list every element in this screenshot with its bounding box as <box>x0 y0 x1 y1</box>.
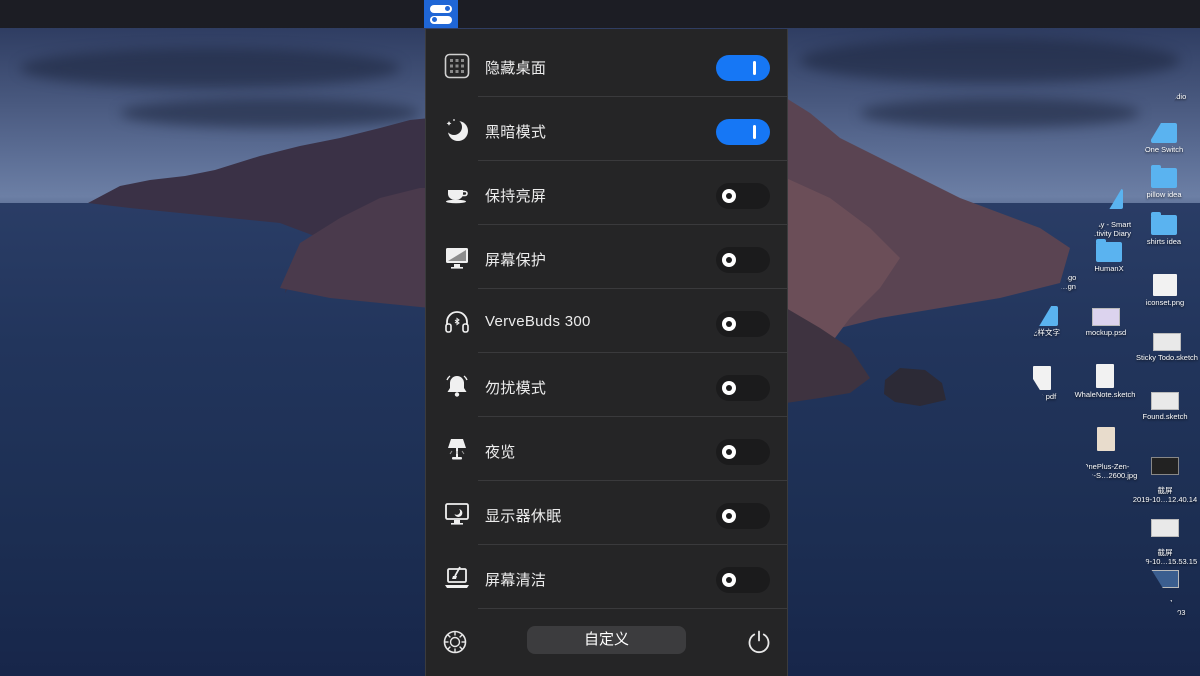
folder-icon <box>1151 212 1177 235</box>
customize-button[interactable]: 自定义 <box>527 626 686 654</box>
toggle-switch-off[interactable] <box>716 439 770 465</box>
desktop-item[interactable]: iconset.png <box>1125 274 1200 307</box>
folder-icon <box>1096 239 1122 262</box>
display-sleep-icon <box>444 501 470 527</box>
toggle-label: 勿扰模式 <box>485 380 547 397</box>
sketch-file-icon <box>1151 392 1179 410</box>
toggle-row-dark-mode[interactable]: 黑暗模式 <box>426 97 787 161</box>
toggle-switch-off[interactable] <box>716 311 770 337</box>
toggle-switch-off[interactable] <box>716 247 770 273</box>
psd-file-icon <box>1092 308 1120 326</box>
lamp-icon <box>444 437 470 463</box>
image-file-icon <box>1153 274 1177 296</box>
toggle-row-screensaver[interactable]: 屏幕保护 <box>426 225 787 289</box>
sketch-file-icon <box>1096 364 1114 388</box>
grid-icon <box>444 53 470 79</box>
desktop-item-label: mockup.psd <box>1085 328 1127 337</box>
desktop-item[interactable]: 截屏 2019-10…12.40.14 <box>1125 448 1200 504</box>
desktop-item-label: HumanX <box>1094 264 1124 273</box>
desktop-item-label: Found.sketch <box>1142 412 1188 421</box>
toggle-switch-off[interactable] <box>716 183 770 209</box>
toggles-icon[interactable] <box>424 0 458 28</box>
moon-icon <box>444 117 470 143</box>
screen-clean-icon <box>444 565 470 591</box>
coffee-cup-icon <box>444 181 470 207</box>
screenshot-file-icon <box>1151 519 1179 537</box>
desktop-item-label: iconset.png <box>1145 298 1185 307</box>
panel-footer: 自定义 <box>426 609 787 676</box>
desktop-item[interactable]: Sticky Todo.sketch <box>1127 333 1200 362</box>
toggle-label: VerveBuds 300 <box>485 313 591 330</box>
menu-bar <box>0 0 1200 28</box>
toggle-row-keep-awake[interactable]: 保持亮屏 <box>426 161 787 225</box>
toggle-row-display-sleep[interactable]: 显示器休眠 <box>426 481 787 545</box>
desktop-item[interactable]: Found.sketch <box>1125 392 1200 421</box>
toggle-switch-on[interactable] <box>716 119 770 145</box>
toggle-label: 夜览 <box>485 444 516 461</box>
toggle-label: 屏幕清洁 <box>485 572 547 589</box>
headphones-icon <box>444 309 470 335</box>
desktop-item-label: shirts idea <box>1146 237 1182 246</box>
desktop-item-label: 截屏 2019-10…12.40.14 <box>1132 486 1198 504</box>
toggle-row-hide-desktop[interactable]: 隐藏桌面 <box>426 33 787 97</box>
desktop-item-label: One Switch <box>1144 145 1184 154</box>
desktop-item-label: Sticky Todo.sketch <box>1136 353 1198 362</box>
toggle-switch-off[interactable] <box>716 503 770 529</box>
toggle-switch-off[interactable] <box>716 375 770 401</box>
toggle-label: 保持亮屏 <box>485 188 547 205</box>
toggle-row-night-shift[interactable]: 夜览 <box>426 417 787 481</box>
bell-icon <box>444 373 470 399</box>
toggle-switch-off[interactable] <box>716 567 770 593</box>
toggle-label: 隐藏桌面 <box>485 60 547 77</box>
sketch-file-icon <box>1153 333 1181 351</box>
toggle-label: 黑暗模式 <box>485 124 547 141</box>
desktop-item-label: pillow idea <box>1146 190 1182 199</box>
one-switch-panel: 隐藏桌面 黑暗模式 保持亮屏 屏幕保护 VerveBuds 300 勿扰模式 夜… <box>425 29 788 676</box>
gear-icon[interactable] <box>442 629 468 660</box>
monitor-icon <box>444 245 470 271</box>
folder-icon <box>1151 165 1177 188</box>
toggle-row-vervebuds[interactable]: VerveBuds 300 <box>426 289 787 353</box>
power-icon[interactable] <box>746 629 772 660</box>
toggle-label: 显示器休眠 <box>485 508 562 525</box>
image-file-icon <box>1097 427 1115 451</box>
toggle-label: 屏幕保护 <box>485 252 547 269</box>
screenshot-file-icon <box>1151 457 1179 475</box>
toggle-row-do-not-disturb[interactable]: 勿扰模式 <box>426 353 787 417</box>
toggle-switch-on[interactable] <box>716 55 770 81</box>
toggle-row-screen-clean[interactable]: 屏幕清洁 <box>426 545 787 609</box>
